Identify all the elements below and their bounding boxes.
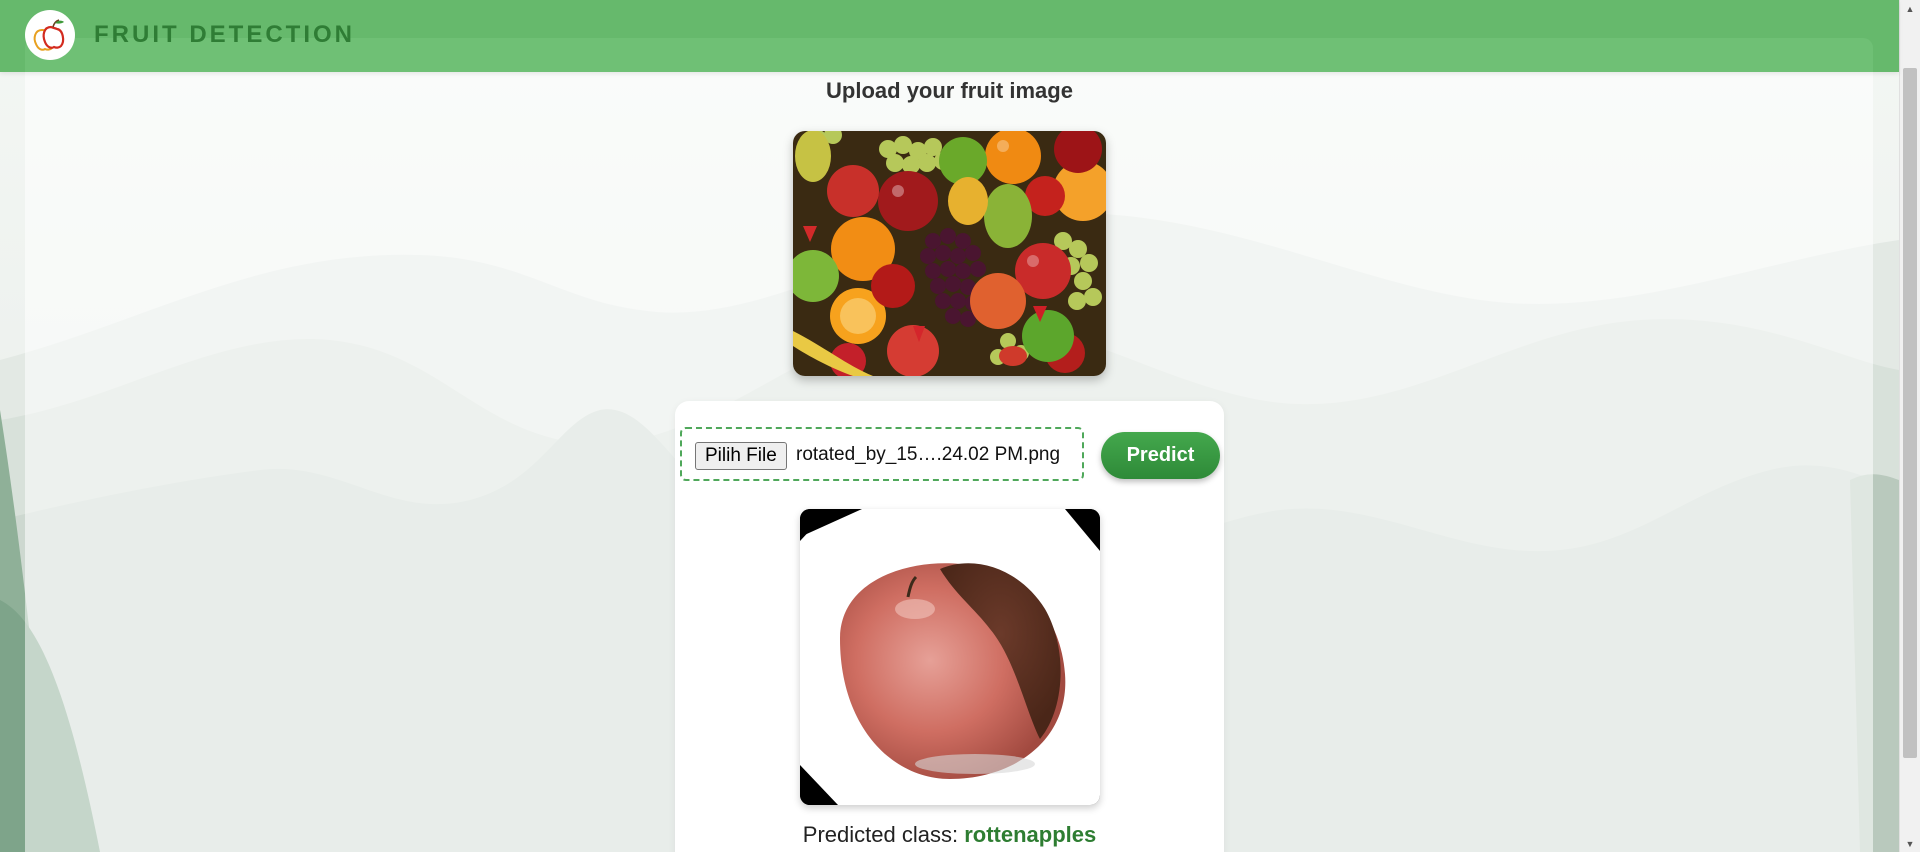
apple-logo-icon[interactable] <box>25 10 75 60</box>
selected-file-name: rotated_by_15….24.02 PM.png <box>796 444 1061 465</box>
vertical-scrollbar[interactable]: ▲ ▼ <box>1899 0 1920 852</box>
predict-button[interactable]: Predict <box>1101 432 1220 479</box>
scroll-up-arrow-icon[interactable]: ▲ <box>1900 0 1920 17</box>
fruit-banner-image <box>793 131 1106 376</box>
choose-file-button[interactable]: Pilih File <box>695 442 787 470</box>
top-header: FRUIT DETECTION <box>0 0 1899 72</box>
prediction-label: Predicted class: <box>802 822 959 847</box>
scroll-down-arrow-icon[interactable]: ▼ <box>1900 835 1920 852</box>
file-input[interactable]: Pilih File rotated_by_15….24.02 PM.png <box>680 427 1084 481</box>
uploaded-fruit-preview <box>800 509 1100 805</box>
scroll-thumb[interactable] <box>1903 68 1917 758</box>
brand-title: FRUIT DETECTION <box>94 21 355 48</box>
prediction-value: rottenapples <box>964 822 1097 847</box>
upload-card: Pilih File rotated_by_15….24.02 PM.png P… <box>675 401 1224 852</box>
prediction-result: Predicted class: rottenapples <box>675 822 1224 848</box>
upload-title: Upload your fruit image <box>826 78 1073 103</box>
